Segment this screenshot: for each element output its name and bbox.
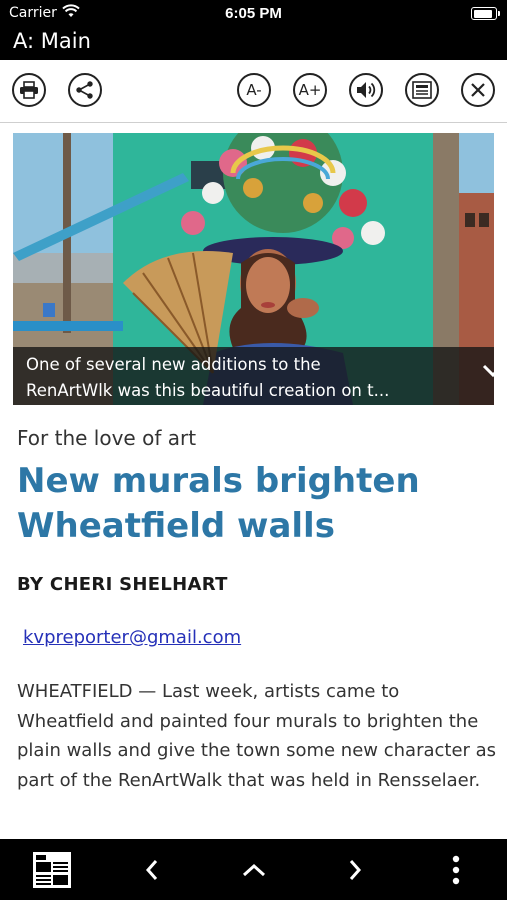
article-kicker: For the love of art — [17, 426, 197, 450]
text-view-button[interactable] — [405, 73, 439, 107]
article-byline: BY CHERI SHELHART — [17, 574, 228, 595]
status-bar: Carrier 6:05 PM — [0, 0, 507, 26]
chevron-left-icon — [145, 859, 158, 880]
newspaper-view-button[interactable] — [20, 839, 84, 900]
caption-line-1: One of several new additions to the — [26, 355, 321, 374]
caption-line-2: RenArtWlk was this beautiful creation on… — [26, 381, 390, 400]
share-button[interactable] — [68, 73, 102, 107]
more-vertical-icon — [452, 855, 460, 884]
section-title: A: Main — [13, 29, 91, 53]
article-toolbar: A- A+ — [0, 60, 507, 123]
bottom-nav-bar — [0, 839, 507, 900]
close-button[interactable] — [461, 73, 495, 107]
image-caption[interactable]: One of several new additions to the RenA… — [13, 347, 494, 405]
increase-font-label: A+ — [298, 81, 322, 99]
increase-font-button[interactable]: A+ — [293, 73, 327, 107]
decrease-font-label: A- — [246, 81, 262, 99]
article-icon — [412, 81, 432, 99]
article-image[interactable]: One of several new additions to the RenA… — [13, 133, 494, 405]
speaker-icon — [357, 82, 376, 98]
title-bar: A: Main — [0, 26, 507, 60]
battery-icon — [471, 7, 500, 20]
chevron-down-icon — [482, 364, 494, 378]
share-icon — [76, 81, 93, 99]
decrease-font-button[interactable]: A- — [237, 73, 271, 107]
print-button[interactable] — [12, 73, 46, 107]
article-body: WHEATFIELD — Last week, artists came to … — [17, 681, 497, 791]
article-headline: New murals brighten Wheatfield walls — [17, 461, 420, 546]
scroll-top-button[interactable] — [224, 839, 284, 900]
chevron-up-icon — [242, 863, 266, 876]
printer-icon — [20, 81, 38, 99]
chevron-right-icon — [349, 859, 362, 880]
newspaper-icon — [33, 851, 71, 888]
next-article-button[interactable] — [325, 839, 385, 900]
more-options-button[interactable] — [430, 839, 482, 900]
close-icon — [471, 83, 485, 97]
audio-button[interactable] — [349, 73, 383, 107]
previous-article-button[interactable] — [122, 839, 182, 900]
clock: 6:05 PM — [225, 5, 282, 22]
author-email-link[interactable]: kvpreporter@gmail.com — [23, 627, 241, 648]
